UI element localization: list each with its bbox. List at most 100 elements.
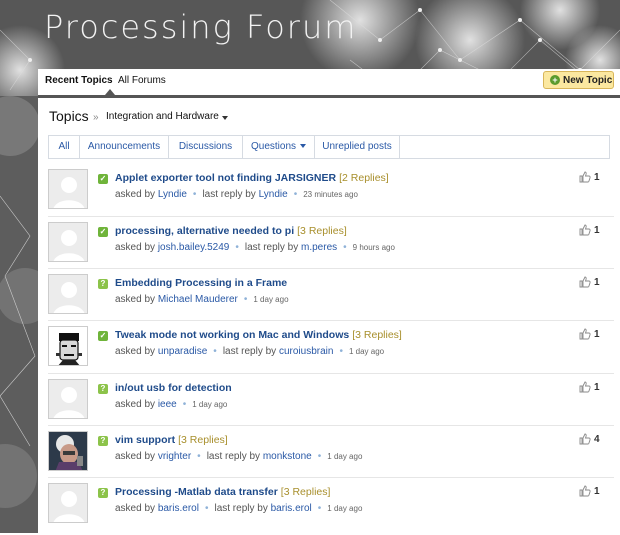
like-count: 4 (594, 434, 600, 445)
question-mark-icon: ? (98, 384, 108, 394)
topic-title-link[interactable]: Applet exporter tool not finding JARSIGN… (115, 172, 389, 184)
tab-recent-topics[interactable]: Recent Topics (45, 75, 113, 86)
separator-dot: • (192, 189, 197, 200)
avatar[interactable] (48, 379, 88, 419)
separator-dot: • (343, 242, 347, 253)
filter-questions[interactable]: Questions (243, 136, 315, 158)
chevron-down-icon[interactable] (222, 116, 228, 120)
last-reply-link[interactable]: baris.erol (271, 503, 312, 514)
asker-link[interactable]: Michael Mauderer (158, 294, 238, 305)
timestamp: 1 day ago (348, 347, 385, 356)
thumbs-up-icon[interactable] (579, 485, 591, 497)
question-mark-icon: ? (98, 436, 108, 446)
forum-selector[interactable]: Integration and Hardware (106, 111, 219, 122)
thumbs-up-icon[interactable] (579, 276, 591, 288)
last-reply-link[interactable]: m.peres (301, 242, 337, 253)
tab-all-forums[interactable]: All Forums (118, 75, 166, 86)
timestamp: 23 minutes ago (303, 190, 358, 199)
like-count: 1 (594, 172, 600, 183)
asker-link[interactable]: vrighter (158, 451, 191, 462)
topic-row: ? in/out usb for detection asked by ieee • 1… (48, 379, 614, 431)
asked-by-label: asked by (115, 503, 156, 514)
topic-title: Embedding Processing in a Frame (115, 277, 288, 289)
last-reply-link[interactable]: Lyndie (259, 189, 288, 200)
left-decor-panel (0, 96, 38, 533)
asker-link[interactable]: Lyndie (158, 189, 187, 200)
row-divider (48, 425, 614, 426)
plus-icon: + (550, 75, 560, 85)
timestamp: 1 day ago (327, 452, 363, 461)
like-count: 1 (594, 225, 600, 236)
breadcrumb-separator-icon: » (93, 112, 99, 123)
active-tab-indicator (105, 89, 115, 95)
last-reply-link[interactable]: monkstone (263, 451, 312, 462)
filter-unreplied[interactable]: Unreplied posts (315, 136, 400, 158)
asker-link[interactable]: unparadise (158, 346, 207, 357)
thumbs-up-icon[interactable] (579, 433, 591, 445)
thumbs-up-icon[interactable] (579, 224, 591, 236)
chevron-down-icon (300, 144, 307, 149)
separator-dot: • (204, 503, 209, 514)
topic-meta: asked by unparadise • last reply by curoiu… (115, 346, 384, 357)
last-reply-label: last reply by (244, 242, 299, 253)
reply-count[interactable]: [3 Replies] (352, 329, 402, 341)
thumbs-up-icon[interactable] (579, 171, 591, 183)
avatar[interactable] (48, 169, 88, 209)
last-reply-label: last reply by (202, 189, 256, 200)
asker-link[interactable]: baris.erol (158, 503, 199, 514)
reply-count[interactable]: [3 Replies] (281, 486, 331, 498)
filter-announcements[interactable]: Announcements (80, 136, 169, 158)
topic-title-link[interactable]: processing, alternative needed to pi [3 R… (115, 225, 347, 237)
avatar[interactable] (48, 274, 88, 314)
answered-check-icon: ✓ (98, 174, 108, 184)
page-title: Topics (49, 108, 89, 124)
topic-title-link[interactable]: Embedding Processing in a Frame (115, 277, 287, 289)
avatar[interactable] (48, 222, 88, 262)
new-topic-button[interactable]: + New Topic (543, 71, 614, 89)
separator-dot: • (293, 189, 298, 200)
filter-discussions[interactable]: Discussions (169, 136, 243, 158)
avatar[interactable] (48, 326, 88, 366)
forum-title[interactable]: Processing Forum (44, 8, 357, 46)
separator-dot: • (182, 399, 187, 410)
separator-dot: • (317, 503, 322, 514)
topic-title: vim support (115, 434, 176, 446)
asked-by-label: asked by (115, 294, 156, 305)
topic-title: Processing -Matlab data transfer (115, 486, 278, 498)
topic-row: ✓ Applet exporter tool not finding JARSIG… (48, 169, 614, 221)
topic-meta: asked by vrighter • last reply by monkston… (115, 451, 362, 462)
asker-link[interactable]: josh.bailey.5249 (158, 242, 230, 253)
avatar[interactable] (48, 431, 88, 471)
topic-row: ? Processing -Matlab data transfer [3 Repl… (48, 483, 614, 535)
topic-title-link[interactable]: vim support [3 Replies] (115, 434, 228, 446)
timestamp: 1 day ago (253, 295, 289, 304)
separator-dot: • (243, 294, 248, 305)
topic-meta: asked by baris.erol • last reply by baris.… (115, 503, 362, 514)
topic-title-link[interactable]: Processing -Matlab data transfer [3 Repli… (115, 486, 330, 498)
like-count: 1 (594, 329, 600, 340)
separator-dot: • (235, 242, 239, 253)
thumbs-up-icon[interactable] (579, 328, 591, 340)
timestamp: 1 day ago (192, 400, 228, 409)
reply-count[interactable]: [2 Replies] (339, 172, 389, 184)
asked-by-label: asked by (115, 242, 156, 253)
topic-title: Applet exporter tool not finding JARSIGN… (115, 172, 337, 184)
last-reply-link[interactable]: curoiusbrain (279, 346, 333, 357)
topic-title-link[interactable]: in/out usb for detection (115, 382, 232, 394)
asker-link[interactable]: ieee (158, 399, 177, 410)
separator-dot: • (213, 346, 217, 357)
reply-count[interactable]: [3 Replies] (297, 225, 347, 237)
topic-row: ✓ Tweak mode not working on Mac and Windo… (48, 326, 614, 378)
answered-check-icon: ✓ (98, 227, 108, 237)
topic-title: in/out usb for detection (115, 382, 232, 394)
topic-title-link[interactable]: Tweak mode not working on Mac and Window… (115, 329, 402, 341)
topic-row: ? vim support [3 Replies] asked by vrighter… (48, 431, 614, 483)
thumbs-up-icon[interactable] (579, 381, 591, 393)
avatar[interactable] (48, 483, 88, 523)
reply-count[interactable]: [3 Replies] (178, 434, 228, 446)
row-divider (48, 477, 614, 478)
asked-by-label: asked by (115, 451, 156, 462)
row-divider (48, 373, 614, 374)
filter-all[interactable]: All (49, 136, 80, 158)
nav-bar: Recent Topics All Forums + New Topic (38, 69, 620, 98)
